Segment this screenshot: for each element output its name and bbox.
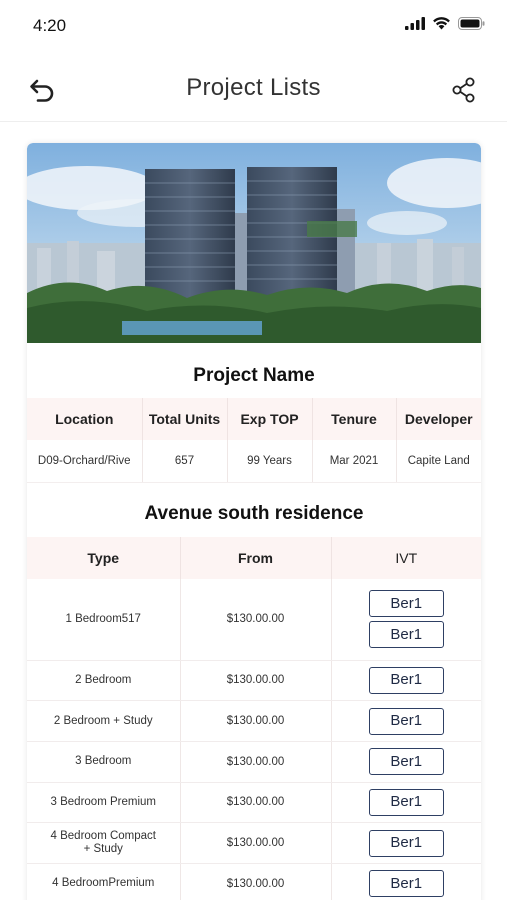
ivt-button[interactable]: Ber1 [368, 788, 444, 816]
table-row: 1 Bedroom517 $130.00.00 Ber1 Ber1 [27, 579, 481, 661]
ivt-cell: Ber1 [331, 741, 481, 783]
unit-type: 3 Bedroom Premium [27, 782, 181, 824]
info-header-row: Location Total Units Exp TOP Tenure Deve… [27, 398, 481, 440]
unit-type: 2 Bedroom [27, 660, 181, 702]
unit-price: $130.00.00 [180, 863, 332, 900]
ivt-button[interactable]: Ber1 [368, 748, 444, 776]
unit-type: 3 Bedroom [27, 741, 181, 783]
table-row: 2 Bedroom + Study $130.00.00 Ber1 [27, 700, 481, 742]
table-row: 3 Bedroom Premium $130.00.00 Ber1 [27, 782, 481, 824]
wifi-icon [433, 17, 450, 30]
ivt-header: IVT [331, 537, 481, 579]
unit-type: 4 BedroomPremium [27, 863, 181, 900]
unit-price: $130.00.00 [180, 822, 332, 864]
residence-title: Avenue south residence [144, 503, 364, 524]
ivt-button[interactable]: Ber1 [368, 707, 444, 735]
total-units-header: Total Units [142, 398, 228, 440]
tenure-header: Tenure [312, 398, 397, 440]
unit-price: $130.00.00 [180, 741, 332, 783]
status-icons [405, 16, 485, 30]
ivt-cell: Ber1 [331, 660, 481, 702]
developer-header: Developer [396, 398, 481, 440]
status-time: 4:20 [33, 16, 67, 35]
unit-price: $130.00.00 [180, 700, 332, 742]
project-image [27, 143, 481, 343]
table-row: 4 Bedroom Compact + Study $130.00.00 Ber… [27, 822, 481, 864]
table-row: 2 Bedroom $130.00.00 Ber1 [27, 660, 481, 702]
tenure-value: Mar 2021 [312, 440, 397, 483]
table-row: 3 Bedroom $130.00.00 Ber1 [27, 741, 481, 783]
project-info-table: Location Total Units Exp TOP Tenure Deve… [27, 398, 481, 483]
unit-table: Type From IVT 1 Bedroom517 $130.00.00 Be… [27, 537, 481, 900]
nav-bar: Project Lists [0, 60, 507, 122]
share-icon[interactable] [451, 76, 477, 104]
ivt-button[interactable]: Ber1 [368, 870, 444, 898]
ivt-button[interactable]: Ber1 [368, 621, 444, 649]
ivt-cell: Ber1 Ber1 [331, 579, 481, 661]
total-units-value: 657 [142, 440, 228, 483]
project-card[interactable]: Project Name Location Total Units Exp TO… [27, 143, 481, 900]
ivt-cell: Ber1 [331, 863, 481, 900]
ivt-button[interactable]: Ber1 [368, 829, 444, 857]
ivt-button[interactable]: Ber1 [368, 590, 444, 618]
unit-type: 2 Bedroom + Study [27, 700, 181, 742]
ivt-button[interactable]: Ber1 [368, 666, 444, 694]
location-value: D09-Orchard/Rive [27, 440, 143, 483]
unit-price: $130.00.00 [180, 782, 332, 824]
location-header: Location [27, 398, 143, 440]
from-header: From [180, 537, 332, 579]
unit-type: 4 Bedroom Compact + Study [27, 822, 181, 864]
ivt-cell: Ber1 [331, 700, 481, 742]
type-header: Type [27, 537, 181, 579]
exp-top-header: Exp TOP [227, 398, 313, 440]
info-value-row: D09-Orchard/Rive 657 99 Years Mar 2021 C… [27, 440, 481, 483]
table-row: 4 BedroomPremium $130.00.00 Ber1 [27, 863, 481, 900]
developer-value: Capite Land [396, 440, 481, 483]
unit-type: 1 Bedroom517 [27, 579, 181, 661]
unit-price: $130.00.00 [180, 579, 332, 661]
status-bar: 4:20 [0, 0, 507, 54]
unit-header-row: Type From IVT [27, 537, 481, 579]
ivt-cell: Ber1 [331, 822, 481, 864]
page-title: Project Lists [186, 74, 321, 101]
battery-icon [458, 16, 485, 30]
exp-top-value: 99 Years [227, 440, 313, 483]
unit-price: $130.00.00 [180, 660, 332, 702]
signal-icon [405, 16, 425, 30]
project-name: Project Name [193, 365, 315, 386]
ivt-cell: Ber1 [331, 782, 481, 824]
